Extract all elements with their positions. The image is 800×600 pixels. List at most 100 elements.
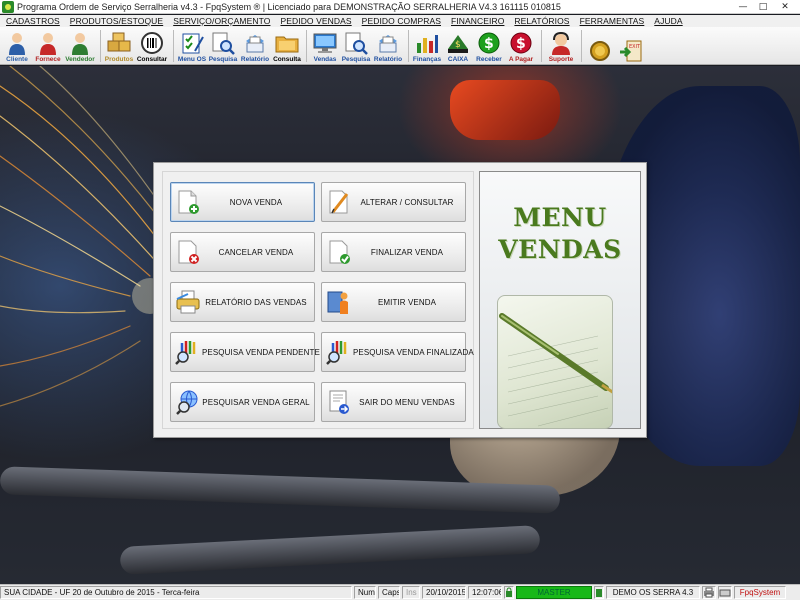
monitor-icon [312, 31, 338, 55]
alterar-consultar-button[interactable]: ALTERAR / CONSULTAR [321, 182, 466, 222]
menu-relatorios[interactable]: RELATÓRIOS [514, 16, 569, 26]
menu-vendas-banner: MENU VENDAS [479, 171, 641, 429]
toolbar-menu-os-button[interactable]: Menu OS [177, 28, 207, 64]
toolbar-label: Receber [476, 56, 502, 63]
toolbar-label: Fornece [35, 56, 61, 63]
menu-pedido-compras[interactable]: PEDIDO COMPRAS [362, 16, 441, 26]
menu-pedido-vendas[interactable]: PEDIDO VENDAS [280, 16, 351, 26]
exit-doc-icon [325, 388, 353, 416]
sales-menu-panel: NOVA VENDA ALTERAR / CONSULTAR CANCELAR … [153, 162, 647, 438]
svg-text:$: $ [516, 36, 526, 52]
toolbar-divider [408, 30, 409, 62]
toolbar-suporte-button[interactable]: Suporte [545, 28, 577, 64]
toolbar-coin-button[interactable] [585, 28, 615, 64]
cancel-doc-icon [174, 238, 202, 266]
sair-do-menu-vendas-button[interactable]: SAIR DO MENU VENDAS [321, 382, 466, 422]
toolbar-pesquisa-os-button[interactable]: Pesquisa [208, 28, 238, 64]
toolbar-financas-button[interactable]: Finanças [412, 28, 442, 64]
relatorio-das-vendas-button[interactable]: RELATÓRIO DAS VENDAS [170, 282, 315, 322]
status-brand: FpqSystem [734, 586, 786, 599]
status-date: 20/10/2015 [422, 586, 466, 599]
finalizar-venda-button[interactable]: FINALIZAR VENDA [321, 232, 466, 272]
toolbar-cliente-button[interactable]: Cliente [2, 28, 32, 64]
dollar-green-icon: $ [476, 31, 502, 55]
menu-servico-orcamento[interactable]: SERVIÇO/ORÇAMENTO [173, 16, 270, 26]
menu-cadastros[interactable]: CADASTROS [6, 16, 60, 26]
pesquisar-venda-geral-button[interactable]: PESQUISAR VENDA GERAL [170, 382, 315, 422]
toolbar-exit-button[interactable]: EXIT [616, 28, 646, 64]
person-green-icon [67, 31, 93, 55]
menu-vendas-heading: MENU VENDAS [480, 202, 640, 266]
printer-icon [174, 288, 202, 316]
toolbar-consulta-button[interactable]: Consulta [272, 28, 302, 64]
pesquisa-venda-pendente-button[interactable]: PESQUISA VENDA PENDENTE [170, 332, 320, 372]
toolbar-fornece-button[interactable]: Fornece [33, 28, 63, 64]
support-icon [548, 31, 574, 55]
pesquisar-venda-geral-label: PESQUISAR VENDA GERAL [202, 397, 310, 407]
toolbar-divider [541, 30, 542, 62]
toolbar-label: Vendedor [65, 56, 95, 63]
toolbar-label: Suporte [548, 56, 574, 63]
pesquisa-venda-finalizada-button[interactable]: PESQUISA VENDA FINALIZADA [321, 332, 474, 372]
status-time: 12:07:06 [468, 586, 502, 599]
pesquisa-venda-finalizada-label: PESQUISA VENDA FINALIZADA [353, 347, 474, 357]
alterar-consultar-label: ALTERAR / CONSULTAR [360, 197, 454, 207]
toolbar-relatorio-os-button[interactable]: Relatório [239, 28, 271, 64]
status-bar: SUA CIDADE - UF 20 de Outubro de 2015 - … [0, 584, 800, 600]
toolbar-label: Pesquisa [208, 56, 238, 63]
toolbar-consultar-button[interactable]: Consultar [135, 28, 169, 64]
emitir-venda-label: EMITIR VENDA [377, 297, 437, 307]
toolbar-divider [581, 30, 582, 62]
toolbar-vendas-button[interactable]: Vendas [310, 28, 340, 64]
toolbar-label: Produtos [104, 56, 134, 63]
cancelar-venda-button[interactable]: CANCELAR VENDA [170, 232, 315, 272]
toolbar-label: Finanças [412, 56, 442, 63]
search-doc-icon [343, 31, 369, 55]
relatorio-das-vendas-label: RELATÓRIO DAS VENDAS [205, 297, 307, 307]
person-red-icon [35, 31, 61, 55]
check-doc-icon [325, 238, 353, 266]
status-insert: Ins [402, 586, 420, 599]
search-pencils-icon [325, 338, 353, 366]
nova-venda-label: NOVA VENDA [229, 197, 283, 207]
minimize-button[interactable]: — [734, 1, 752, 12]
boxes-icon [106, 31, 132, 55]
menu-financeiro[interactable]: FINANCEIRO [451, 16, 504, 26]
toolbar-relatorio-vendas-button[interactable]: Relatório [372, 28, 404, 64]
new-doc-icon [174, 188, 202, 216]
toolbar-vendedor-button[interactable]: Vendedor [64, 28, 96, 64]
toolbar-a-pagar-button[interactable]: $ A Pagar [505, 28, 537, 64]
window-title: Programa Ordem de Serviço Serralheria v4… [17, 1, 561, 12]
app-icon [2, 0, 14, 13]
close-button[interactable]: ✕ [774, 1, 796, 12]
report-icon [375, 31, 401, 55]
status-db-icon [594, 586, 604, 599]
status-user-master: MASTER [516, 586, 592, 599]
menu-ferramentas[interactable]: FERRAMENTAS [580, 16, 645, 26]
emitir-venda-button[interactable]: EMITIR VENDA [321, 282, 466, 322]
nova-venda-button[interactable]: NOVA VENDA [170, 182, 315, 222]
svg-text:$: $ [484, 36, 494, 52]
search-doc-icon [210, 31, 236, 55]
sair-do-menu-vendas-label: SAIR DO MENU VENDAS [359, 397, 455, 407]
printer-status-icon[interactable] [702, 586, 716, 599]
keyboard-status-icon[interactable] [718, 586, 732, 599]
title-bar: Programa Ordem de Serviço Serralheria v4… [0, 0, 800, 14]
maximize-button[interactable]: □ [754, 1, 772, 12]
status-num-lock: Num [354, 586, 376, 599]
toolbar-pesquisa-vendas-button[interactable]: Pesquisa [341, 28, 371, 64]
finalizar-venda-label: FINALIZAR VENDA [370, 247, 444, 257]
sales-buttons-group: NOVA VENDA ALTERAR / CONSULTAR CANCELAR … [162, 171, 474, 429]
menu-produtos-estoque[interactable]: PRODUTOS/ESTOQUE [70, 16, 163, 26]
toolbar-receber-button[interactable]: $ Receber [474, 28, 504, 64]
toolbar-produtos-button[interactable]: Produtos [104, 28, 134, 64]
pipe-graphic [119, 525, 541, 575]
toolbar-label: Consulta [273, 56, 301, 63]
menu-ajuda[interactable]: AJUDA [654, 16, 682, 26]
folder-icon [274, 31, 300, 55]
search-globe-icon [174, 388, 202, 416]
pen-document-graphic [499, 313, 612, 427]
pen-on-document-image [497, 295, 613, 429]
report-icon [242, 31, 268, 55]
toolbar-caixa-button[interactable]: $ CAIXA [443, 28, 473, 64]
